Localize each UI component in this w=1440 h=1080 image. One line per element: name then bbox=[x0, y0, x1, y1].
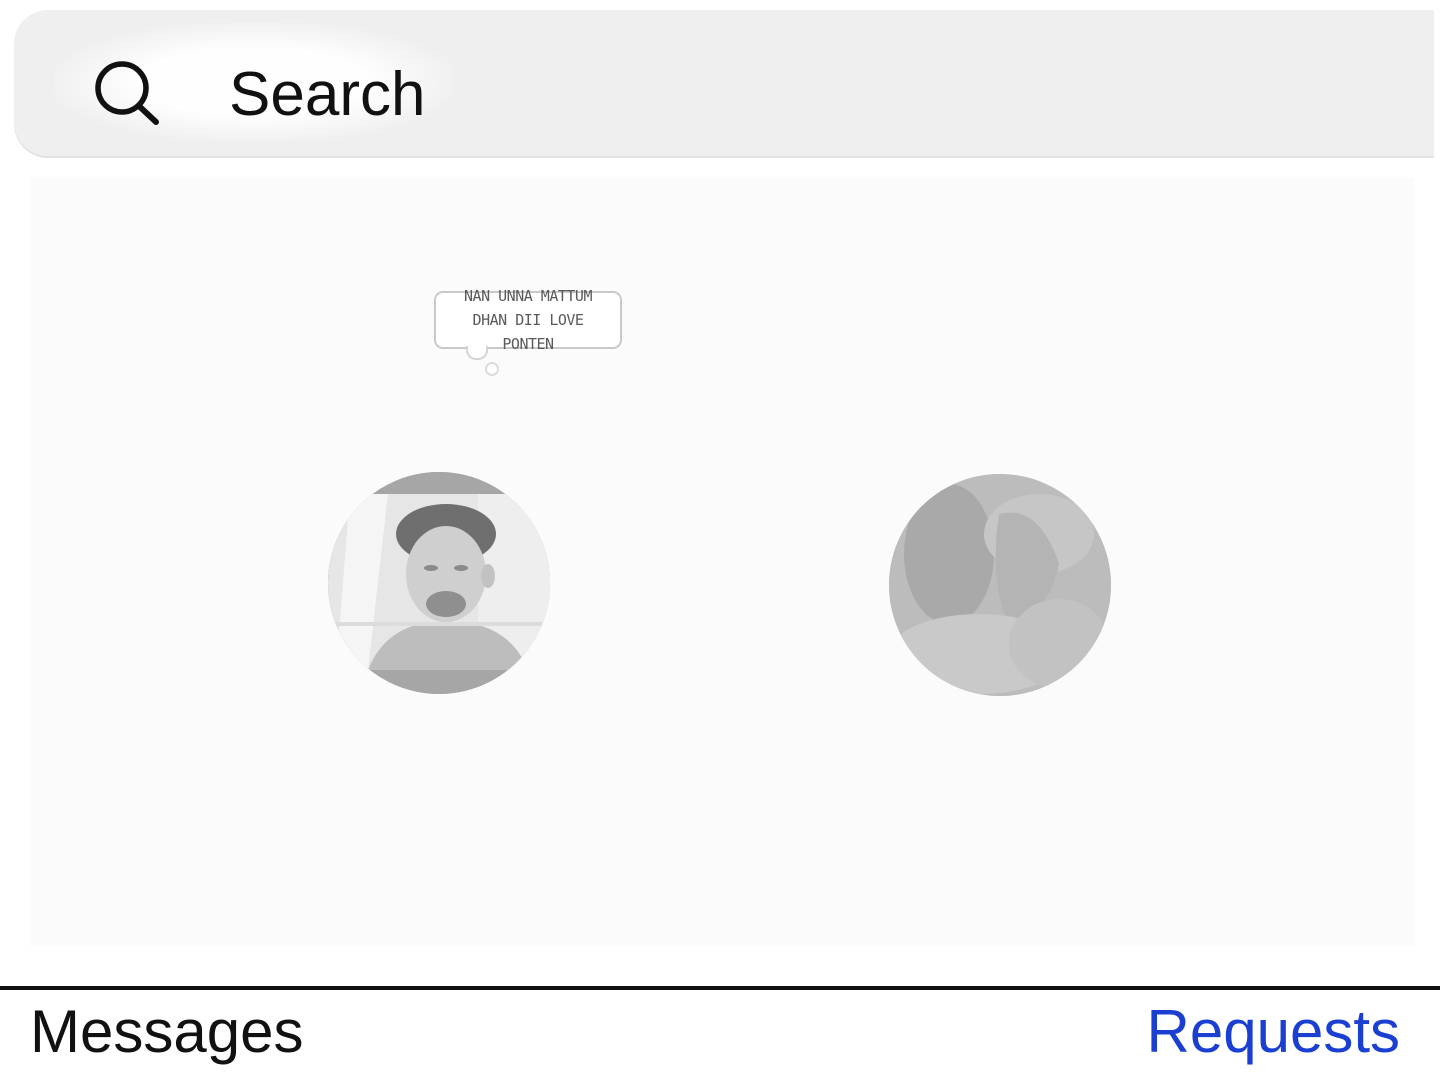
messages-screen: NAN UNNA MATTUM DHAN DII LOVE PONTEN bbox=[0, 0, 1440, 1080]
search-icon[interactable] bbox=[92, 60, 162, 126]
note-bubble-tail bbox=[466, 346, 488, 360]
section-divider bbox=[0, 986, 1440, 990]
tab-messages[interactable]: Messages bbox=[30, 996, 303, 1068]
avatar-note-1[interactable] bbox=[328, 472, 550, 694]
tab-requests[interactable]: Requests bbox=[1147, 996, 1400, 1068]
search-input[interactable] bbox=[229, 56, 829, 132]
notes-panel: NAN UNNA MATTUM DHAN DII LOVE PONTEN bbox=[30, 178, 1415, 946]
note-bubble-tail-dot bbox=[485, 362, 499, 376]
avatar-note-2[interactable] bbox=[889, 474, 1111, 696]
search-bar[interactable] bbox=[14, 10, 1434, 158]
note-bubble[interactable]: NAN UNNA MATTUM DHAN DII LOVE PONTEN bbox=[434, 287, 622, 353]
